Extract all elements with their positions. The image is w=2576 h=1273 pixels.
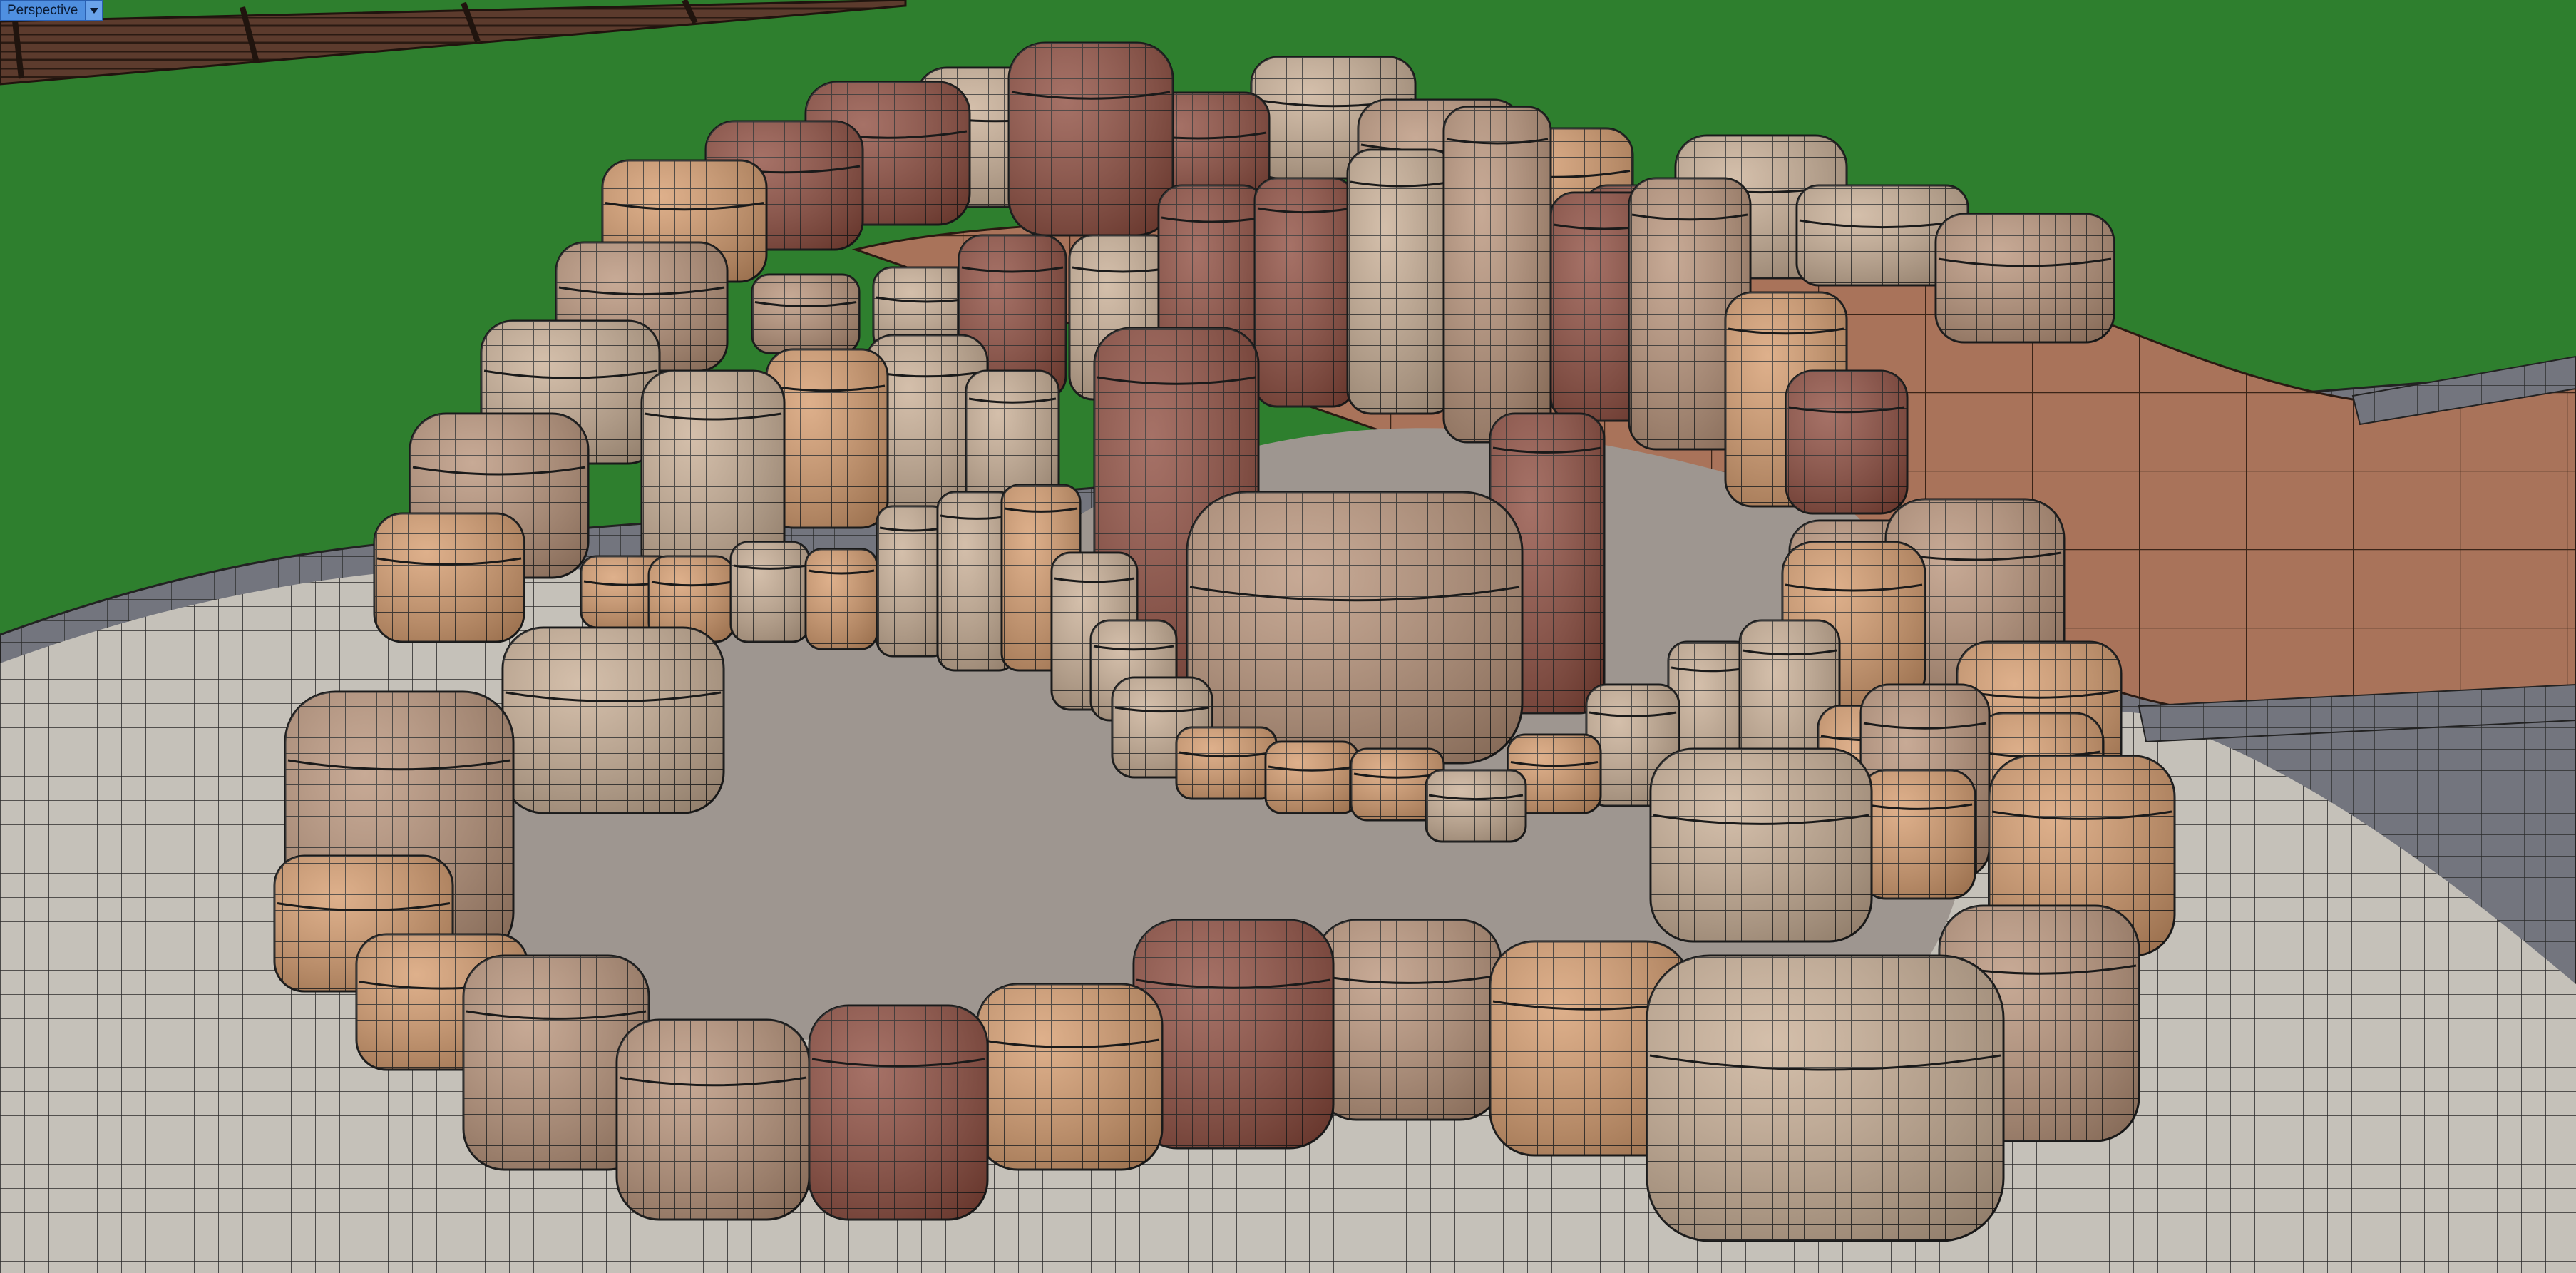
stone-block	[729, 541, 811, 643]
stone-block	[1649, 747, 1873, 943]
stone-block	[501, 626, 725, 814]
stone-block	[1425, 769, 1527, 843]
stone-block	[1785, 369, 1909, 515]
viewport-label: Perspective	[7, 3, 78, 18]
scene-canvas[interactable]	[0, 0, 2576, 1273]
stone-block	[1264, 740, 1360, 814]
stone-block	[1346, 148, 1456, 415]
stone-block	[1934, 213, 2115, 344]
stone-block	[373, 512, 525, 643]
stone-block	[1007, 41, 1174, 237]
stone-block	[751, 273, 861, 354]
stone-block	[1132, 919, 1335, 1150]
stone-block	[975, 983, 1164, 1171]
stone-block	[808, 1004, 989, 1221]
viewport-tab[interactable]: Perspective	[0, 0, 104, 21]
stone-block	[1314, 919, 1502, 1121]
stone-block	[1253, 177, 1356, 408]
perspective-viewport[interactable]: Perspective	[0, 0, 2576, 1273]
chevron-down-icon[interactable]	[85, 1, 103, 20]
stone-block	[615, 1018, 811, 1221]
stone-block	[1186, 491, 1524, 765]
stone-block	[1442, 106, 1552, 444]
stone-block	[804, 548, 878, 650]
stone-block	[1175, 726, 1278, 800]
stone-block	[1646, 954, 2005, 1242]
stone-block	[1859, 769, 1976, 900]
